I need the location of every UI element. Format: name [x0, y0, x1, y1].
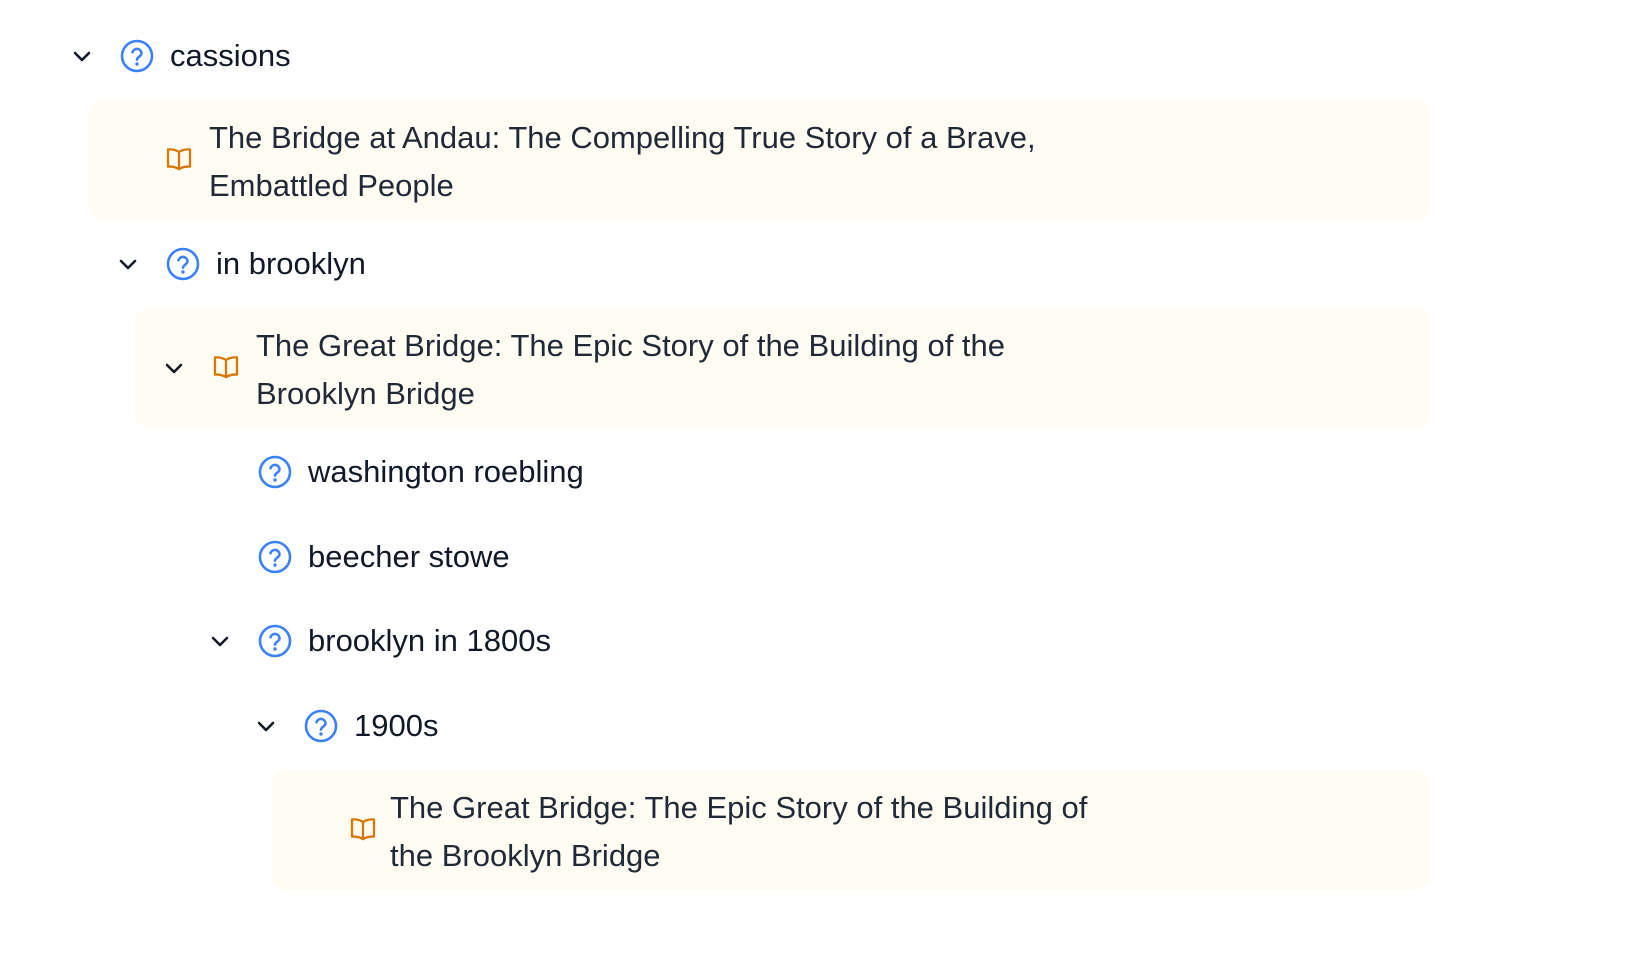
question-circle-icon	[257, 539, 293, 575]
book-card-great-bridge-nested[interactable]: The Great Bridge: The Epic Story of the …	[272, 770, 1430, 890]
book-card-bridge-at-andau[interactable]: The Bridge at Andau: The Compelling True…	[88, 100, 1430, 220]
chevron-down-icon[interactable]	[248, 708, 284, 744]
question-circle-icon	[257, 454, 293, 490]
book-title[interactable]: The Great Bridge: The Epic Story of the …	[390, 784, 1110, 880]
tree-node-brooklyn-1800s[interactable]: brooklyn in 1800s	[202, 623, 551, 659]
query-label[interactable]: in brooklyn	[216, 246, 366, 282]
query-label[interactable]: cassions	[170, 38, 291, 74]
chevron-down-icon[interactable]	[64, 38, 100, 74]
open-book-icon	[348, 814, 378, 844]
question-circle-icon	[119, 38, 155, 74]
tree-node-washington-roebling[interactable]: washington roebling	[257, 454, 584, 490]
tree-node-1900s[interactable]: 1900s	[248, 708, 438, 744]
query-label[interactable]: washington roebling	[308, 454, 584, 490]
question-circle-icon	[257, 623, 293, 659]
book-title[interactable]: The Bridge at Andau: The Compelling True…	[209, 114, 1109, 210]
chevron-down-icon[interactable]	[156, 350, 192, 386]
tree-node-cassions[interactable]: cassions	[64, 38, 291, 74]
question-circle-icon	[303, 708, 339, 744]
question-circle-icon	[165, 246, 201, 282]
tree-node-beecher-stowe[interactable]: beecher stowe	[257, 539, 510, 575]
query-label[interactable]: brooklyn in 1800s	[308, 623, 551, 659]
book-card-great-bridge[interactable]: The Great Bridge: The Epic Story of the …	[135, 308, 1430, 428]
book-title[interactable]: The Great Bridge: The Epic Story of the …	[256, 322, 1116, 418]
chevron-down-icon[interactable]	[202, 623, 238, 659]
open-book-icon	[164, 144, 194, 174]
chevron-down-icon[interactable]	[110, 246, 146, 282]
open-book-icon	[211, 352, 241, 382]
tree-node-in-brooklyn[interactable]: in brooklyn	[110, 246, 366, 282]
query-label[interactable]: 1900s	[354, 708, 438, 744]
query-label[interactable]: beecher stowe	[308, 539, 510, 575]
